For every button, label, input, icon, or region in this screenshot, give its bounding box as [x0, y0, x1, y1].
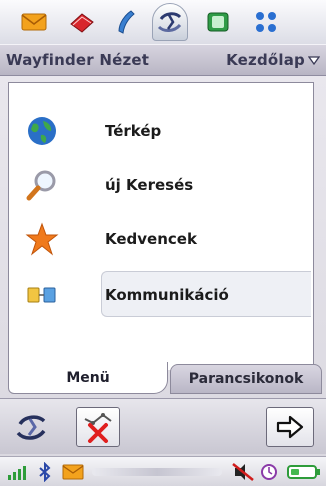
messaging-app[interactable] [16, 6, 52, 38]
bluetooth-icon [34, 461, 56, 483]
view-title: Wayfinder Nézet [6, 51, 150, 69]
media-app[interactable] [200, 6, 236, 38]
disconnect-icon [84, 413, 112, 443]
globe-icon [25, 114, 59, 148]
grid-icon [256, 12, 276, 32]
status-bar [0, 456, 326, 486]
message-icon [60, 461, 86, 483]
menu-item-label: Kommunikáció [105, 286, 229, 304]
tab-menu[interactable]: Menü [8, 362, 168, 394]
book-icon [70, 13, 94, 33]
menu-item-map[interactable]: Térkép [9, 105, 313, 157]
clock-icon [258, 461, 280, 483]
view-selector-label: Kezdőlap [226, 51, 305, 69]
menu-item-favorites[interactable]: Kedvencek [9, 213, 313, 265]
magnifier-icon [25, 168, 59, 202]
view-selector[interactable]: Kezdőlap [226, 51, 320, 69]
menu-item-label: új Keresés [105, 176, 194, 194]
arrow-right-icon [276, 415, 304, 439]
signal-icon [6, 461, 32, 483]
wayfinder-icon [157, 12, 182, 32]
star-icon [25, 222, 59, 256]
media-icon [207, 12, 229, 32]
main-menu-app[interactable] [248, 6, 284, 38]
envelope-icon [21, 13, 47, 31]
menu-item-label: Térkép [105, 122, 162, 140]
wayfinder-icon [16, 415, 46, 440]
triangle-down-icon [308, 56, 320, 65]
menu-item-new-search[interactable]: új Keresés [9, 159, 313, 211]
menu-list: Térkép új Keresés Kedvencek Kommunikáció [8, 82, 314, 370]
softkey-bar [0, 398, 326, 454]
wayfinder-softkey[interactable] [12, 408, 52, 446]
menu-item-communication[interactable]: Kommunikáció [9, 269, 313, 321]
app-bar [0, 0, 326, 44]
title-bar: Wayfinder Nézet Kezdőlap [0, 44, 326, 76]
contacts-app[interactable] [64, 6, 100, 38]
menu-item-label: Kedvencek [105, 230, 197, 248]
tab-shortcuts[interactable]: Parancsikonok [170, 364, 322, 394]
tab-bar: Menü Parancsikonok [8, 362, 322, 394]
wayfinder-app[interactable] [152, 3, 188, 41]
status-divider [92, 468, 222, 476]
calls-app[interactable] [108, 6, 144, 38]
phone-screen: Wayfinder Nézet Kezdőlap Térkép új Keres… [0, 0, 326, 486]
disconnect-button[interactable] [76, 407, 120, 447]
communication-icon [25, 278, 59, 312]
silent-icon [230, 461, 256, 483]
battery-icon [286, 461, 322, 483]
phone-handset-icon [118, 10, 135, 34]
next-button[interactable] [266, 407, 314, 447]
